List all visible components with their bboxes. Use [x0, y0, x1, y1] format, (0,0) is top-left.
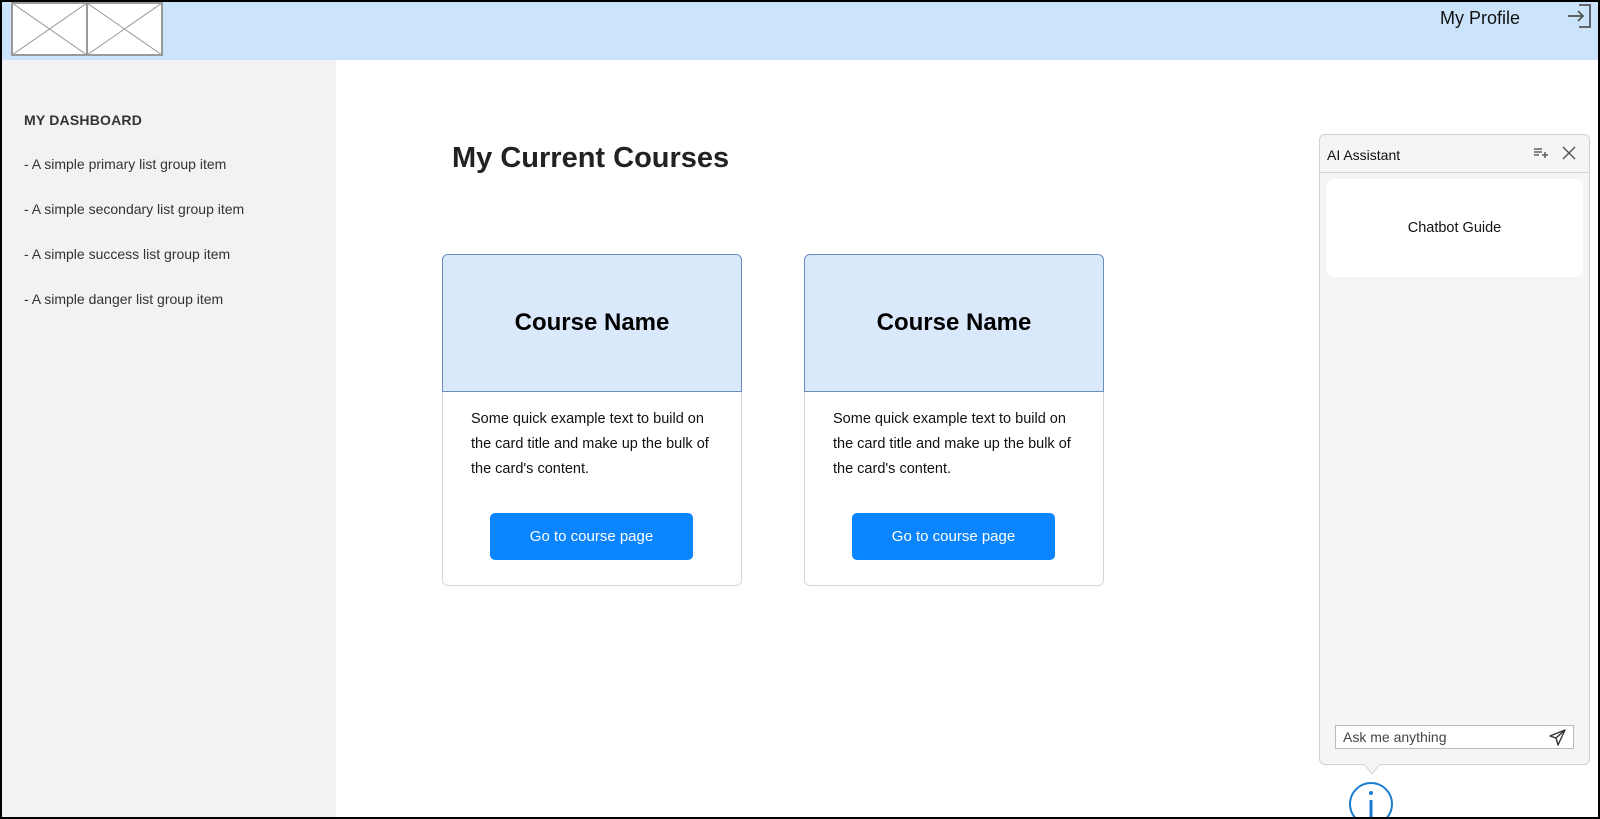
- ai-assistant-title: AI Assistant: [1327, 147, 1401, 163]
- logout-icon[interactable]: [1565, 2, 1593, 30]
- page-title: My Current Courses: [452, 142, 730, 174]
- course-card-text: Some quick example text to build on the …: [833, 411, 1071, 477]
- course-card-title: Course Name: [876, 309, 1032, 336]
- course-card: Course Name Some quick example text to b…: [804, 254, 1104, 586]
- sidebar-item-danger[interactable]: - A simple danger list group item: [24, 291, 223, 307]
- sidebar-item-primary[interactable]: - A simple primary list group item: [24, 156, 226, 172]
- course-card: Course Name Some quick example text to b…: [442, 254, 742, 586]
- course-card-text: Some quick example text to build on the …: [471, 411, 709, 477]
- course-card-header: Course Name: [804, 254, 1104, 392]
- ai-assistant-panel: AI Assistant Chatbot Guide: [1319, 134, 1590, 765]
- my-profile-link[interactable]: My Profile: [1440, 8, 1520, 29]
- sidebar-item-secondary[interactable]: - A simple secondary list group item: [24, 201, 244, 217]
- go-to-course-button[interactable]: Go to course page: [490, 513, 693, 560]
- sidebar: MY DASHBOARD - A simple primary list gro…: [2, 60, 336, 817]
- info-icon[interactable]: [1348, 781, 1394, 817]
- top-header: My Profile: [2, 2, 1598, 60]
- ai-assistant-header: AI Assistant: [1320, 135, 1589, 173]
- go-to-course-button[interactable]: Go to course page: [852, 513, 1055, 560]
- ask-input[interactable]: [1336, 726, 1544, 748]
- sidebar-title: MY DASHBOARD: [24, 112, 143, 128]
- sidebar-item-success[interactable]: - A simple success list group item: [24, 246, 230, 262]
- course-card-title: Course Name: [514, 309, 670, 336]
- new-chat-icon[interactable]: [1532, 144, 1550, 162]
- send-icon[interactable]: [1548, 728, 1567, 747]
- close-icon[interactable]: [1560, 144, 1578, 162]
- course-card-header: Course Name: [442, 254, 742, 392]
- app-window: My Profile MY DASHBOARD - A simple prima…: [0, 0, 1600, 819]
- panel-pointer: [1364, 764, 1380, 774]
- image-placeholder-icon: [11, 2, 163, 56]
- chatbot-guide[interactable]: Chatbot Guide: [1326, 179, 1583, 277]
- ask-input-wrapper: [1335, 725, 1574, 749]
